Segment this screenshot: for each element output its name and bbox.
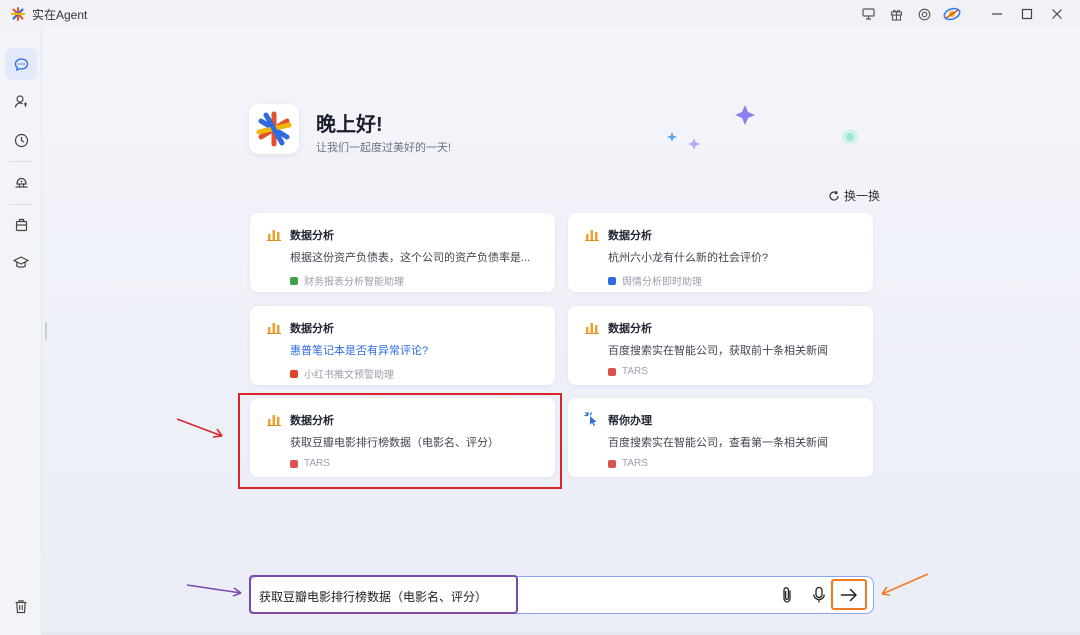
- card-source: 财务报表分析智能助理: [290, 273, 404, 288]
- annotation-arrow-red: [176, 418, 223, 438]
- bar-chart-icon: [267, 323, 281, 334]
- maximize-button[interactable]: [1012, 0, 1042, 28]
- annotation-highlight-box: [238, 393, 562, 489]
- bar-chart-icon: [267, 230, 281, 241]
- card-prompt-text: 百度搜索实在智能公司，查看第一条相关新闻: [608, 437, 828, 449]
- card-source-label: TARS: [622, 366, 648, 377]
- card-category: 帮你办理: [608, 415, 652, 427]
- card-category: 数据分析: [290, 230, 334, 242]
- bottom-border: [42, 631, 1080, 635]
- app-title: 实在Agent: [32, 8, 88, 22]
- card-source-label: 小红书推文预警助理: [304, 370, 394, 381]
- card-category: 数据分析: [290, 323, 334, 335]
- suggestion-card[interactable]: 数据分析根据这份资产负债表，这个公司的资产负债率是... 财务报表分析智能助理: [250, 213, 555, 292]
- agent-logo-icon: [256, 111, 292, 147]
- card-source: 舆情分析即时助理: [608, 273, 702, 288]
- card-source-label: 舆情分析即时助理: [622, 277, 702, 288]
- close-button[interactable]: [1042, 0, 1072, 28]
- target-icon[interactable]: [910, 0, 938, 28]
- monitor-icon[interactable]: [854, 0, 882, 28]
- minimize-button[interactable]: [982, 0, 1012, 28]
- suggestion-card[interactable]: 数据分析惠普笔记本是否有异常评论? 小红书推文预警助理: [250, 306, 555, 385]
- briefcase-icon[interactable]: [5, 208, 37, 240]
- card-source: 小红书推文预警助理: [290, 366, 394, 381]
- clock-icon[interactable]: [5, 124, 37, 156]
- title-bar: 实在Agent: [0, 0, 1080, 28]
- card-prompt-text: 惠普笔记本是否有异常评论?: [290, 345, 429, 357]
- chat-input-field[interactable]: 获取豆瓣电影排行榜数据（电影名、评分）: [259, 588, 487, 605]
- microphone-icon[interactable]: [809, 584, 829, 606]
- card-prompt-text: 根据这份资产负债表，这个公司的资产负债率是...: [290, 252, 531, 264]
- annotation-arrow-orange: [881, 573, 929, 596]
- bar-chart-icon: [585, 323, 599, 334]
- greeting-subtitle: 让我们一起度过美好的一天!: [316, 142, 452, 154]
- send-button[interactable]: [831, 579, 867, 610]
- suggestion-card[interactable]: 数据分析杭州六小龙有什么新的社会评价? 舆情分析即时助理: [568, 213, 873, 292]
- app-logo-icon: [11, 7, 25, 21]
- card-source: TARS: [608, 458, 648, 469]
- source-logo-icon: [290, 276, 298, 285]
- source-logo-icon: [608, 276, 616, 285]
- card-source: TARS: [608, 366, 648, 377]
- card-prompt-text: 百度搜索实在智能公司，获取前十条相关新闻: [608, 345, 828, 357]
- card-source-label: 财务报表分析智能助理: [304, 277, 404, 288]
- cursor-click-icon: [584, 411, 597, 426]
- user-avatar-icon[interactable]: [938, 0, 966, 28]
- refresh-button[interactable]: 换一换: [828, 187, 880, 204]
- source-logo-icon: [290, 369, 298, 378]
- greeting-title: 晚上好!: [316, 114, 383, 136]
- card-source-label: TARS: [622, 458, 648, 469]
- refresh-icon: [829, 190, 839, 201]
- bar-chart-icon: [585, 230, 599, 241]
- arrow-right-icon: [840, 588, 857, 601]
- chat-icon[interactable]: [5, 48, 37, 80]
- card-prompt-text: 杭州六小龙有什么新的社会评价?: [608, 252, 769, 264]
- annotation-arrow-purple: [186, 584, 242, 597]
- suggestion-card[interactable]: 数据分析百度搜索实在智能公司，获取前十条相关新闻 TARS: [568, 306, 873, 385]
- user-settings-icon[interactable]: [5, 85, 37, 117]
- source-logo-icon: [608, 367, 616, 376]
- attachment-icon[interactable]: [777, 584, 797, 606]
- graduation-cap-icon[interactable]: [5, 246, 37, 278]
- suggestion-card[interactable]: 帮你办理百度搜索实在智能公司，查看第一条相关新闻 TARS: [568, 398, 873, 477]
- trash-icon[interactable]: [5, 590, 37, 622]
- gift-icon[interactable]: [882, 0, 910, 28]
- agent-logo: [249, 104, 299, 154]
- sparkle-decoration-icon: [667, 105, 858, 150]
- card-category: 数据分析: [608, 323, 652, 335]
- main-content: [42, 28, 1080, 635]
- card-category: 数据分析: [608, 230, 652, 242]
- refresh-label: 换一换: [844, 189, 881, 203]
- sidebar: [0, 28, 42, 635]
- robot-agent-icon[interactable]: [5, 166, 37, 198]
- sidebar-resize-handle[interactable]: [45, 322, 47, 340]
- source-logo-icon: [608, 459, 616, 468]
